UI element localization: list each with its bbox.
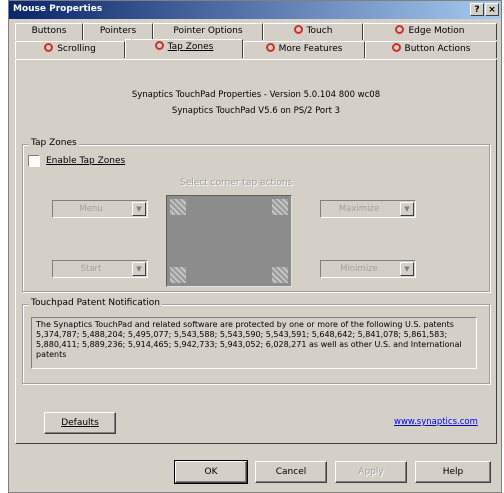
top-left-action-select[interactable]: Menu ▼ xyxy=(52,200,148,218)
tab-label: Pointers xyxy=(99,26,137,36)
tab-more-features[interactable]: More Features xyxy=(243,41,365,58)
help-title-button[interactable]: ? xyxy=(470,3,484,16)
tab-label: Edge Motion xyxy=(408,26,465,36)
port-text: Synaptics TouchPad V5.6 on PS/2 Port 3 xyxy=(171,106,341,116)
tab-scrolling[interactable]: Scrolling xyxy=(15,41,125,58)
select-corner-prompt: Select corner tap actions xyxy=(180,178,293,188)
tab-row-1: Buttons Pointers Pointer Options Touch E… xyxy=(15,23,497,40)
tab-label: Tap Zones xyxy=(167,42,214,52)
bottom-left-action-select[interactable]: Start ▼ xyxy=(52,260,148,278)
title-bar[interactable]: Mouse Properties ? × xyxy=(9,1,501,19)
dropdown-arrow-icon: ▼ xyxy=(132,202,146,216)
more-features-icon xyxy=(265,43,275,52)
tab-buttons[interactable]: Buttons xyxy=(15,23,83,40)
tap-zones-panel: Synaptics TouchPad Properties - Version … xyxy=(15,59,497,444)
bottom-left-corner-zone[interactable] xyxy=(170,267,186,283)
tab-pointers[interactable]: Pointers xyxy=(83,23,153,40)
help-button[interactable]: Help xyxy=(415,461,491,483)
synaptics-link[interactable]: www.synaptics.com xyxy=(394,417,478,427)
button-actions-icon xyxy=(391,43,401,52)
tab-label: Pointer Options xyxy=(173,26,243,36)
patent-text: The Synaptics TouchPad and related softw… xyxy=(31,317,477,369)
dropdown-arrow-icon: ▼ xyxy=(400,262,414,276)
defaults-button[interactable]: Defaults xyxy=(44,412,116,434)
tab-touch[interactable]: Touch xyxy=(263,23,363,40)
patent-group: Touchpad Patent Notification The Synapti… xyxy=(22,298,490,384)
edge-motion-icon xyxy=(395,25,405,34)
window-title: Mouse Properties xyxy=(13,4,103,14)
apply-button[interactable]: Apply xyxy=(335,461,407,483)
bottom-right-corner-zone[interactable] xyxy=(272,267,288,283)
touchpad-diagram xyxy=(166,195,292,287)
tab-row-2: Scrolling Tap Zones More Features Button… xyxy=(15,39,497,58)
version-text: Synaptics TouchPad Properties - Version … xyxy=(131,90,381,100)
dropdown-arrow-icon: ▼ xyxy=(400,202,414,216)
close-button[interactable]: × xyxy=(485,3,499,16)
tab-label: Scrolling xyxy=(57,44,96,54)
top-left-action-value: Menu xyxy=(79,204,103,214)
tap-zones-icon xyxy=(154,41,164,50)
touch-icon xyxy=(293,25,303,34)
top-right-corner-zone[interactable] xyxy=(272,199,288,215)
top-left-corner-zone[interactable] xyxy=(170,199,186,215)
top-right-action-value: Maximize xyxy=(338,204,380,214)
tap-zones-group-label: Tap Zones xyxy=(29,138,79,148)
tab-label: More Features xyxy=(278,44,343,54)
tab-button-actions[interactable]: Button Actions xyxy=(365,41,497,58)
enable-tap-zones-label[interactable]: Enable Tap Zones xyxy=(46,156,125,166)
tab-label: Touch xyxy=(306,26,333,36)
bottom-left-action-value: Start xyxy=(80,264,102,274)
tab-label: Button Actions xyxy=(404,44,471,54)
tab-label: Buttons xyxy=(31,26,67,36)
mouse-properties-window: Mouse Properties ? × Buttons Pointers Po… xyxy=(8,0,502,493)
bottom-right-action-value: Minimize xyxy=(340,264,378,274)
dropdown-arrow-icon: ▼ xyxy=(132,262,146,276)
scrolling-icon xyxy=(44,43,54,52)
enable-tap-zones-checkbox[interactable] xyxy=(28,155,40,167)
defaults-button-label: Defaults xyxy=(61,418,99,428)
tab-tap-zones[interactable]: Tap Zones xyxy=(125,39,243,58)
cancel-button[interactable]: Cancel xyxy=(255,461,327,483)
tab-pointer-options[interactable]: Pointer Options xyxy=(153,23,263,40)
tab-edge-motion[interactable]: Edge Motion xyxy=(363,23,497,40)
top-right-action-select[interactable]: Maximize ▼ xyxy=(320,200,416,218)
patent-group-label: Touchpad Patent Notification xyxy=(29,298,162,308)
ok-button[interactable]: OK xyxy=(174,460,248,484)
bottom-right-action-select[interactable]: Minimize ▼ xyxy=(320,260,416,278)
